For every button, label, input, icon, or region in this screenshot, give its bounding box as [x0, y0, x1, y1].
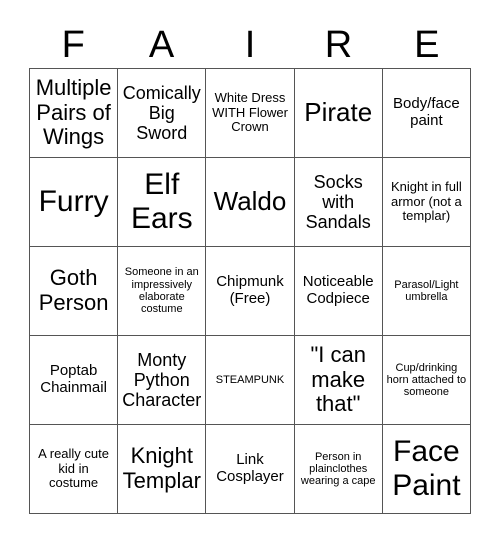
bingo-cell-label: Pirate	[304, 97, 373, 128]
bingo-cell[interactable]: Parasol/Light umbrella	[382, 247, 471, 336]
bingo-cell-label: Furry	[38, 185, 109, 219]
bingo-cell-label: Knight in full armor (not a templar)	[390, 179, 462, 224]
bingo-cell[interactable]: A really cute kid in costume	[30, 425, 119, 514]
header-letter-5: E	[414, 24, 440, 66]
bingo-cell-label: Goth Person	[38, 265, 109, 315]
bingo-cell[interactable]: Goth Person	[30, 247, 119, 336]
bingo-cell[interactable]: Poptab Chainmail	[30, 336, 119, 425]
bingo-cell[interactable]: Monty Python Character	[118, 336, 207, 425]
bingo-grid: Multiple Pairs of Wings Comically Big Swo…	[29, 68, 471, 514]
bingo-cell-label: Parasol/Light umbrella	[394, 278, 459, 303]
bingo-cell[interactable]: Noticeable Codpiece	[294, 247, 383, 336]
bingo-cell-label: STEAMPUNK	[215, 373, 285, 386]
bingo-cell-label: Noticeable Codpiece	[302, 273, 374, 307]
bingo-cell-label: Poptab Chainmail	[40, 362, 107, 396]
bingo-cell-label: Link Cosplayer	[216, 451, 284, 485]
bingo-cell-label: "I can make that"	[310, 342, 366, 417]
bingo-cell-label: Multiple Pairs of Wings	[35, 75, 112, 150]
header-letter-3: I	[244, 24, 256, 66]
bingo-cell[interactable]: Chipmunk (Free)	[206, 247, 295, 336]
bingo-cell-label: White Dress WITH Flower Crown	[212, 90, 288, 135]
bingo-cell[interactable]: Body/face paint	[382, 69, 471, 158]
bingo-card: F A I R E Multiple Pairs of Wings Comical…	[0, 0, 500, 544]
bingo-cell[interactable]: Person in plainclothes wearing a cape	[294, 425, 383, 514]
bingo-cell[interactable]: Face Paint	[382, 425, 471, 514]
bingo-cell[interactable]: STEAMPUNK	[206, 336, 295, 425]
header-letter-1: F	[61, 24, 85, 66]
bingo-cell[interactable]: "I can make that"	[294, 336, 383, 425]
bingo-cell-label: Body/face paint	[393, 95, 460, 129]
bingo-cell[interactable]: Link Cosplayer	[206, 425, 295, 514]
bingo-cell[interactable]: Multiple Pairs of Wings	[30, 69, 119, 158]
bingo-cell-label: A really cute kid in costume	[38, 446, 109, 491]
bingo-cell[interactable]: Pirate	[294, 69, 383, 158]
bingo-cell-label: Socks with Sandals	[305, 171, 371, 233]
bingo-cell-label: Comically Big Sword	[122, 82, 201, 144]
bingo-cell-label: Chipmunk (Free)	[216, 273, 284, 307]
bingo-header: F A I R E	[29, 22, 471, 68]
bingo-cell[interactable]: Waldo	[206, 158, 295, 247]
bingo-cell[interactable]: Socks with Sandals	[294, 158, 383, 247]
bingo-cell[interactable]: Furry	[30, 158, 119, 247]
bingo-cell[interactable]: White Dress WITH Flower Crown	[206, 69, 295, 158]
bingo-cell-label: Monty Python Character	[122, 349, 202, 411]
header-letter-2: A	[148, 24, 175, 66]
header-letter-4: R	[324, 24, 353, 66]
bingo-cell[interactable]: Someone in an impressively elaborate cos…	[118, 247, 207, 336]
bingo-cell[interactable]: Knight in full armor (not a templar)	[382, 158, 471, 247]
bingo-cell-label: Someone in an impressively elaborate cos…	[124, 266, 199, 316]
bingo-cell-label: Elf Ears	[130, 168, 193, 235]
bingo-cell[interactable]: Cup/drinking horn attached to someone	[382, 336, 471, 425]
bingo-cell-label: Knight Templar	[122, 443, 201, 493]
bingo-cell[interactable]: Elf Ears	[118, 158, 207, 247]
bingo-cell-label: Cup/drinking horn attached to someone	[386, 361, 467, 399]
bingo-cell[interactable]: Knight Templar	[118, 425, 207, 514]
bingo-cell-label: Waldo	[213, 186, 287, 217]
bingo-cell-label: Person in plainclothes wearing a cape	[300, 450, 376, 488]
bingo-cell-label: Face Paint	[392, 435, 461, 502]
bingo-cell[interactable]: Comically Big Sword	[118, 69, 207, 158]
